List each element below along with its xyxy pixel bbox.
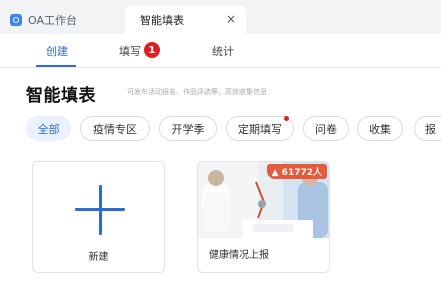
chip-epidemic[interactable]: 疫情专区 [80,116,150,141]
card-label: 健康情况上报 [209,250,269,261]
page-subtitle: 可发布活动报名、作品评选等，高效收集信息 [127,88,267,96]
chip-periodic[interactable]: 定期填写 [226,116,294,141]
tab-label: 智能填表 [140,14,184,27]
chip-label: 定期填写 [238,122,282,136]
chip-collect[interactable]: 收集 [357,116,403,141]
tab-label: OA工作台 [28,14,77,27]
chip-all[interactable]: 全部 [26,116,71,141]
subtab-fill[interactable]: 填写 [119,43,141,59]
subtab-create[interactable]: 创建 [46,43,68,59]
card-label: 新建 [88,252,109,263]
new-dot-indicator [284,116,289,121]
tab-smart-form[interactable]: 智能填表 × [125,6,246,34]
new-form-card[interactable]: 新建 [32,161,165,273]
app-icon [10,14,22,26]
chip-report[interactable]: 报 [414,116,441,141]
sub-tab-bar: 创建 填写 统计 [0,34,441,68]
page-title: 智能填表 [26,86,96,106]
template-card-health-report[interactable]: ▲ 61772人 健康情况上报 [197,161,330,273]
subtab-stats[interactable]: 统计 [212,43,234,59]
close-icon[interactable]: × [226,12,236,26]
fill-count-badge: 1 [144,42,160,58]
view-count-badge: ▲ 61772人 [266,164,327,179]
chip-survey[interactable]: 问卷 [303,116,349,141]
tab-oa-workbench[interactable]: OA工作台 [10,6,125,34]
active-tab-underline [36,65,76,67]
tab-strip: OA工作台 智能填表 × [0,0,441,34]
chip-school-season[interactable]: 开学季 [159,116,217,141]
